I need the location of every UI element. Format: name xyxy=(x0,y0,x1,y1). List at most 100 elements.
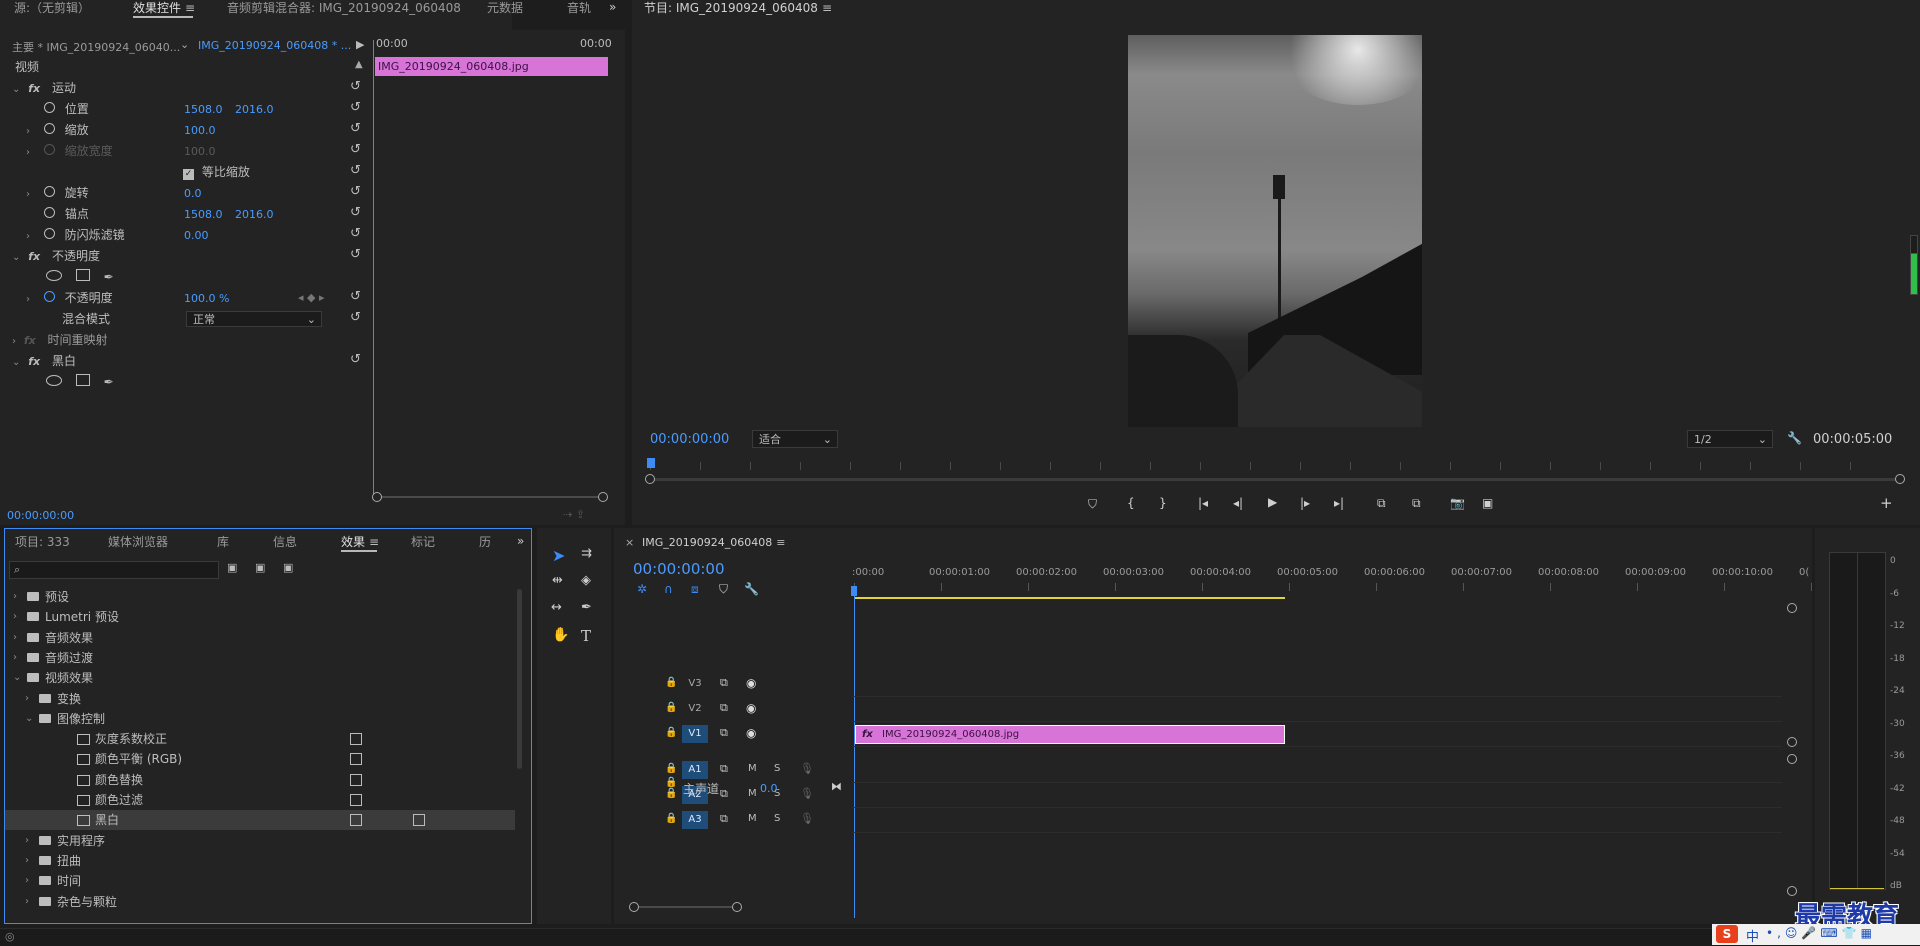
timeline-v-scroll-bottom[interactable] xyxy=(1787,886,1797,896)
black-white-row[interactable]: ⌄ fx 黑白 xyxy=(12,351,76,371)
monitor-playhead[interactable] xyxy=(647,458,655,468)
reset-icon[interactable]: ↺ xyxy=(350,79,361,94)
program-timecode-left[interactable]: 00:00:00:00 xyxy=(650,432,729,447)
mini-scrollbar[interactable] xyxy=(376,496,604,498)
menu-icon[interactable] xyxy=(776,536,784,549)
timeline-playhead[interactable] xyxy=(854,586,855,918)
render-status-icon[interactable]: ◎ xyxy=(5,930,15,943)
track-select-tool-icon[interactable]: ⇉ xyxy=(581,546,592,561)
tab-metadata[interactable]: 元数据 xyxy=(487,0,523,18)
time-remap-row[interactable]: › fx 时间重映射 xyxy=(12,330,108,350)
work-area-bar[interactable] xyxy=(855,597,1285,599)
master-lock-icon[interactable]: 🔒 xyxy=(665,777,677,788)
reset-icon[interactable]: ↺ xyxy=(350,247,361,262)
rectangle-mask-icon[interactable] xyxy=(75,269,90,281)
step-back-icon[interactable]: ◂| xyxy=(1233,496,1243,510)
track-target-toggle[interactable]: V1 xyxy=(682,725,708,743)
chevron-right-icon[interactable]: › xyxy=(13,648,17,668)
timeline-h-scroll-start[interactable] xyxy=(629,902,639,912)
motion-row[interactable]: ⌄ fx 运动 xyxy=(12,78,76,98)
expand-chevron-icon[interactable]: › xyxy=(26,189,30,200)
chevron-right-icon[interactable]: › xyxy=(13,587,17,607)
chevron-down-icon[interactable]: ⌄ xyxy=(25,709,33,729)
monitor-ruler[interactable] xyxy=(650,462,1900,470)
menu-icon[interactable] xyxy=(822,0,830,16)
expand-chevron-icon[interactable]: › xyxy=(26,126,30,137)
effects-folder-item[interactable]: ⌄ 视频效果 xyxy=(5,668,515,688)
settings-wrench-icon[interactable]: 🔧 xyxy=(744,582,759,596)
track-target-toggle[interactable]: A1 xyxy=(682,761,708,779)
extract-icon[interactable]: ⧉ xyxy=(1412,496,1421,511)
ime-toolbar[interactable]: S 中 •,☺🎤⌨👕▦ xyxy=(1712,924,1920,945)
reset-icon[interactable]: ↺ xyxy=(350,100,361,115)
close-icon[interactable]: × xyxy=(625,536,634,549)
stopwatch-icon[interactable] xyxy=(44,207,55,218)
export-frame-icon[interactable]: ⇢ ⇪ xyxy=(563,508,585,521)
fx-icon[interactable]: fx xyxy=(28,82,40,95)
effect-item[interactable]: 黑白 xyxy=(5,810,515,831)
keyframe-nav-icon[interactable]: ◂ ◆ ▸ xyxy=(298,291,325,304)
fx-icon[interactable]: fx xyxy=(28,250,40,263)
ellipse-mask-icon[interactable] xyxy=(46,270,62,281)
hand-tool-icon[interactable]: ✋ xyxy=(552,627,569,643)
expand-chevron-icon[interactable]: ⌄ xyxy=(12,84,20,95)
effect-item[interactable]: 颜色过滤 xyxy=(5,790,515,810)
timeline-v-scroll-mid[interactable] xyxy=(1787,737,1797,747)
stopwatch-icon[interactable] xyxy=(43,123,55,134)
position-x-value[interactable]: 1508.0 xyxy=(184,103,223,116)
32bit-effects-icon[interactable]: ▣ xyxy=(255,561,265,574)
mark-in-icon[interactable]: { xyxy=(1127,496,1135,510)
microphone-icon[interactable]: 🎙 xyxy=(800,812,814,825)
ellipse-mask-icon[interactable] xyxy=(46,375,62,386)
add-marker-icon[interactable]: ⛉ xyxy=(1088,497,1097,512)
monitor-scroll-end-handle[interactable] xyxy=(1895,474,1905,484)
track-lock-icon[interactable]: 🔒 xyxy=(665,702,677,713)
add-marker-icon[interactable]: ⛉ xyxy=(719,582,728,597)
overflow-chevron-icon[interactable]: » xyxy=(517,534,524,548)
sync-lock-icon[interactable]: ⧉ xyxy=(720,726,728,740)
uniform-scale-row[interactable]: ✓ 等比缩放 xyxy=(183,162,250,182)
effects-folder-item[interactable]: › Lumetri 预设 xyxy=(5,607,515,627)
mark-out-icon[interactable]: } xyxy=(1159,496,1167,510)
menu-icon[interactable] xyxy=(185,0,193,16)
reset-icon[interactable]: ↺ xyxy=(350,289,361,304)
reset-icon[interactable]: ↺ xyxy=(350,310,361,325)
opacity-value[interactable]: 100.0 % xyxy=(184,292,229,305)
anchor-x-value[interactable]: 1508.0 xyxy=(184,208,223,221)
track-lock-icon[interactable]: 🔒 xyxy=(665,727,677,738)
track-lock-icon[interactable]: 🔒 xyxy=(665,763,677,774)
reset-icon[interactable]: ↺ xyxy=(350,205,361,220)
chevron-down-icon[interactable]: ⌄ xyxy=(13,668,21,688)
chevron-right-icon[interactable]: › xyxy=(25,689,29,709)
tab-libraries[interactable]: 库 xyxy=(217,534,229,552)
tab-effect-controls[interactable]: 效果控件 xyxy=(133,0,194,18)
mini-scroll-start-handle[interactable] xyxy=(372,492,382,502)
effects-folder-item[interactable]: › 音频过渡 xyxy=(5,648,515,668)
pen-mask-icon[interactable]: ✒ xyxy=(104,375,114,389)
mute-button[interactable]: M xyxy=(748,788,757,799)
chevron-right-icon[interactable]: › xyxy=(13,628,17,648)
timeline-clip[interactable]: fx IMG_20190924_060408.jpg xyxy=(855,725,1285,744)
resolution-select[interactable]: 1/2 ⌄ xyxy=(1687,430,1773,448)
nest-toggle-icon[interactable]: ✲ xyxy=(637,582,647,596)
tab-audio-clip-mixer[interactable]: 音频剪辑混合器: IMG_20190924_060408 xyxy=(227,0,461,18)
timeline-timecode[interactable]: 00:00:00:00 xyxy=(633,560,725,578)
timeline-playhead-handle[interactable] xyxy=(851,586,857,596)
chevron-right-icon[interactable]: › xyxy=(25,892,29,912)
chevron-right-icon[interactable]: › xyxy=(25,871,29,891)
fit-select[interactable]: 适合 ⌄ xyxy=(752,430,838,448)
sync-lock-icon[interactable]: ⧉ xyxy=(720,812,728,826)
tab-audio-track[interactable]: 音轨 xyxy=(567,0,591,18)
stopwatch-icon[interactable] xyxy=(43,228,55,239)
stopwatch-icon[interactable] xyxy=(43,291,55,302)
reset-icon[interactable]: ↺ xyxy=(350,142,361,157)
effect-item[interactable]: 颜色平衡 (RGB) xyxy=(5,749,515,769)
tab-markers[interactable]: 标记 xyxy=(411,534,435,552)
sync-lock-icon[interactable]: ⧉ xyxy=(720,701,728,715)
effects-scrollbar[interactable] xyxy=(517,589,522,769)
playhead-line[interactable] xyxy=(373,40,374,495)
go-to-next-edit-icon[interactable]: ⧓ xyxy=(831,780,842,793)
tab-project[interactable]: 项目: 333 xyxy=(15,534,70,552)
rotation-value[interactable]: 0.0 xyxy=(184,187,202,200)
eye-icon[interactable]: ◉ xyxy=(746,701,756,715)
